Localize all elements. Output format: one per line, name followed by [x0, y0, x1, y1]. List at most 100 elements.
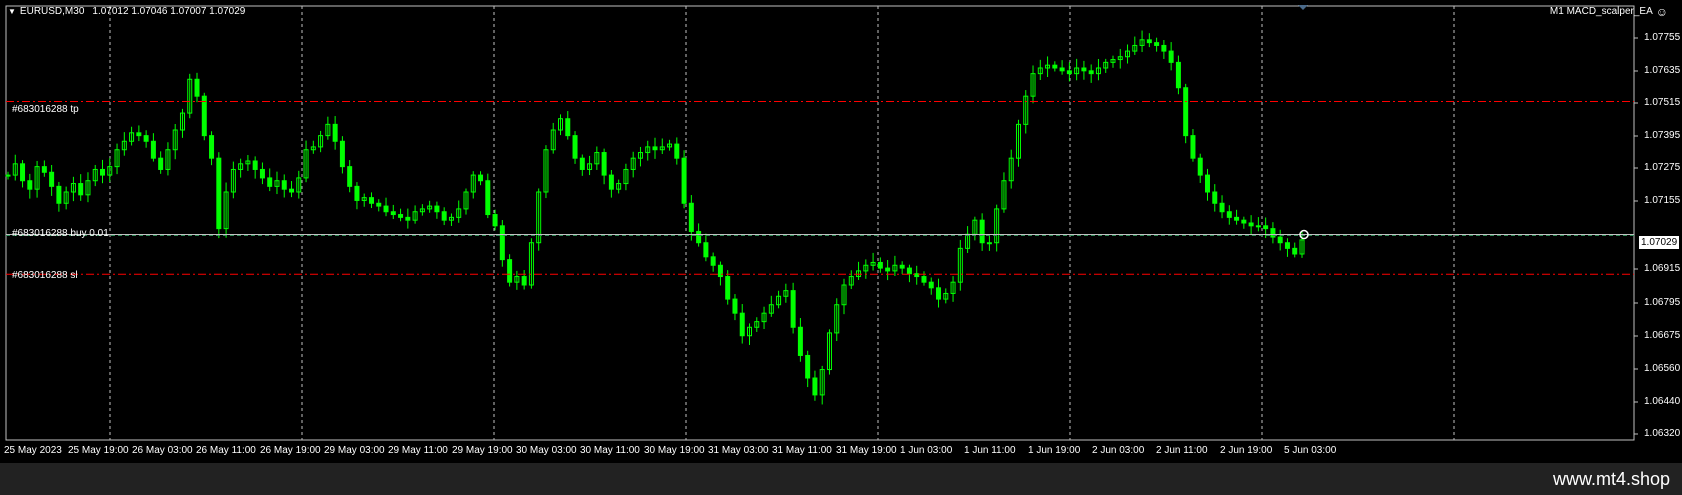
time-tick-label: 1 Jun 03:00: [900, 445, 953, 456]
candle-body: [56, 185, 62, 204]
candle-body: [877, 261, 883, 269]
time-tick-label: 29 May 03:00: [324, 445, 385, 456]
candle-body: [1059, 67, 1065, 72]
candle-body: [986, 242, 992, 245]
candle-body: [1248, 222, 1254, 227]
candle-body: [383, 205, 389, 213]
candle-body: [485, 180, 491, 216]
candle-body: [1234, 216, 1240, 221]
candle-body: [27, 180, 33, 190]
candle-body: [143, 135, 149, 142]
time-tick-label: 1 Jun 19:00: [1028, 445, 1081, 456]
candle-body: [281, 180, 287, 190]
candle-body: [1255, 225, 1261, 228]
time-tick-label: 29 May 19:00: [452, 445, 513, 456]
candle-body: [492, 214, 498, 227]
candle-body: [1052, 64, 1058, 69]
candle-body: [521, 276, 527, 286]
candle-body: [398, 214, 404, 218]
candle-body: [20, 163, 26, 182]
candle-body: [1146, 39, 1152, 44]
candle-body: [405, 216, 411, 221]
candle-body: [267, 177, 273, 187]
price-tick-label: 1.07275: [1644, 162, 1681, 173]
candle-body: [725, 276, 731, 300]
price-chart[interactable]: [0, 0, 1682, 463]
price-tick-label: 1.07395: [1644, 130, 1681, 141]
candle-body: [1081, 67, 1087, 72]
time-tick-label: 25 May 2023: [4, 445, 62, 456]
candle-body: [936, 287, 942, 300]
candle-body: [674, 143, 680, 159]
candle-body: [209, 135, 215, 159]
buy-order-label: #683016288 buy 0.01: [12, 228, 109, 239]
sl-order-label: #683016288 sl: [12, 270, 78, 281]
candle-body: [812, 377, 818, 396]
current-price-marker: 1.07029: [1638, 235, 1681, 250]
candle-body: [681, 157, 687, 204]
time-tick-label: 26 May 03:00: [132, 445, 193, 456]
time-tick-label: 31 May 03:00: [708, 445, 769, 456]
candle-body: [354, 185, 360, 201]
candle-body: [158, 157, 164, 170]
price-tick-label: 1.06320: [1644, 428, 1681, 439]
candle-body: [1212, 191, 1218, 204]
dropdown-arrow-icon[interactable]: ▼: [8, 6, 16, 18]
symbol-header[interactable]: ▼ EURUSD,M30 1.07012 1.07046 1.07007 1.0…: [8, 6, 245, 18]
candle-body: [1190, 135, 1196, 159]
time-tick-label: 29 May 11:00: [388, 445, 448, 456]
candle-body: [885, 267, 891, 272]
candle-body: [739, 312, 745, 337]
candle-body: [1161, 44, 1167, 52]
price-tick-label: 1.07155: [1644, 195, 1681, 206]
smiley-icon: ☺: [1655, 5, 1668, 19]
price-tick-label: 1.06675: [1644, 330, 1681, 341]
price-tick-label: 1.07515: [1644, 97, 1681, 108]
candle-body: [259, 168, 265, 179]
candle-body: [703, 242, 709, 258]
candle-body: [1197, 157, 1203, 176]
time-tick-label: 30 May 11:00: [580, 445, 640, 456]
chart-window[interactable]: ▼ EURUSD,M30 1.07012 1.07046 1.07007 1.0…: [0, 0, 1682, 463]
candle-body: [1204, 174, 1210, 193]
candle-body: [441, 211, 447, 221]
time-tick-label: 2 Jun 19:00: [1220, 445, 1273, 456]
candle-body: [478, 174, 484, 182]
time-tick-label: 30 May 19:00: [644, 445, 705, 456]
candle-body: [1292, 247, 1298, 255]
candle-body: [732, 298, 738, 314]
time-tick-label: 31 May 11:00: [772, 445, 832, 456]
candle-body: [1277, 236, 1283, 244]
candle-body: [572, 135, 578, 159]
candle-body: [332, 123, 338, 142]
time-tick-label: 25 May 19:00: [68, 445, 129, 456]
candle-body: [347, 166, 353, 187]
candle-body: [289, 188, 295, 193]
candle-body: [652, 146, 658, 151]
price-tick-label: 1.06795: [1644, 297, 1681, 308]
candle-body: [1183, 87, 1189, 137]
candle-body: [368, 197, 374, 204]
candle-body: [790, 290, 796, 328]
candle-body: [41, 166, 47, 173]
candle-body: [390, 211, 396, 216]
candle-body: [906, 267, 912, 275]
candle-body: [499, 225, 505, 261]
time-tick-label: 2 Jun 11:00: [1156, 445, 1208, 456]
time-tick-label: 26 May 19:00: [260, 445, 321, 456]
candle-body: [601, 152, 607, 176]
candle-body: [339, 140, 345, 168]
price-tick-label: 1.06560: [1644, 363, 1681, 374]
candle-body: [507, 259, 513, 283]
time-tick-label: 1 Jun 11:00: [964, 445, 1016, 456]
price-tick-label: 1.07635: [1644, 65, 1681, 76]
time-tick-label: 31 May 19:00: [836, 445, 897, 456]
candle-body: [1226, 211, 1232, 218]
footer-bar: www.mt4.shop: [0, 463, 1682, 495]
candle-body: [979, 219, 985, 244]
candle-body: [49, 171, 55, 187]
chart-shift-icon[interactable]: [1298, 5, 1308, 10]
candle-body: [150, 140, 156, 159]
candle-body: [688, 202, 694, 232]
expert-advisor-label[interactable]: M1 MACD_scalper_EA ☺: [1550, 6, 1668, 18]
